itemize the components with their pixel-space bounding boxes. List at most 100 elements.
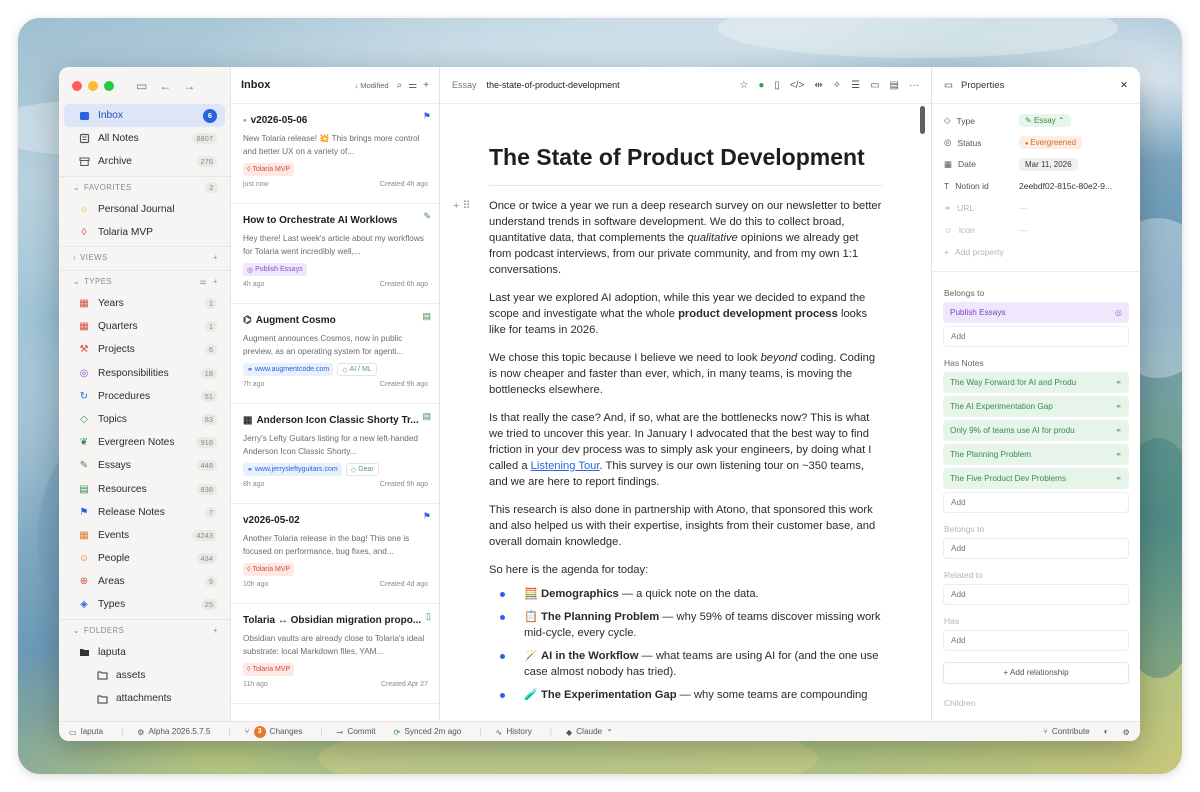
changes-button[interactable]: ⑂ 3 Changes xyxy=(245,725,302,738)
relation-chip[interactable]: Publish Essays ◎ xyxy=(943,301,1129,323)
block-drag-handle-icon[interactable]: + ⠿ xyxy=(453,199,471,212)
property-row-notion-id[interactable]: T Notion id 2eebdf02-815c-80e2-9... xyxy=(932,175,1140,197)
property-row-status[interactable]: ◎ Status ● Evergreened xyxy=(932,132,1140,154)
note-card[interactable]: ⚑ v2026-05-02 Another Tolaria release in t… xyxy=(231,504,439,604)
agenda-item[interactable]: 🪄 AI in the Workflow — what teams are us… xyxy=(489,648,883,680)
relation-chip[interactable]: Only 9% of teams use AI for produ ⚭ xyxy=(943,419,1129,441)
agenda-item[interactable]: 🧮 Demographics — a quick note on the dat… xyxy=(489,586,883,602)
sidebar-item-inbox[interactable]: Inbox 6 xyxy=(64,104,225,128)
check-circle-icon[interactable]: ● xyxy=(758,80,764,91)
paragraph[interactable]: Once or twice a year we run a deep resea… xyxy=(489,198,883,278)
add-type-icon[interactable]: + xyxy=(213,277,218,286)
sync-status[interactable]: ⟳ Synced 2m ago xyxy=(394,727,462,737)
settings-icon[interactable]: ⚙ xyxy=(1123,727,1130,737)
theme-toggle-icon[interactable]: ◐ xyxy=(1104,727,1109,736)
add-folder-icon[interactable]: + xyxy=(213,626,218,635)
breadcrumb-type[interactable]: Essay xyxy=(452,80,477,90)
star-icon[interactable]: ☆ xyxy=(739,80,748,91)
note-card[interactable]: ▤ ▦ Anderson Icon Classic Shorty Tr... Jerr… xyxy=(231,404,439,504)
archive-icon[interactable]: ▤ xyxy=(890,80,899,91)
property-value[interactable]: Mar 11, 2026 xyxy=(1019,157,1078,171)
sidebar-item-areas[interactable]: ⊕ Areas 9 xyxy=(64,570,225,593)
note-tag[interactable]: ◎ Publish Essays xyxy=(243,263,307,276)
sidebar-item-events[interactable]: ▦ Events 4243 xyxy=(64,524,225,547)
property-value[interactable]: ● Evergreened xyxy=(1019,136,1083,150)
paragraph[interactable]: This research is also done in partnershi… xyxy=(489,502,883,550)
more-icon[interactable]: ··· xyxy=(909,80,919,91)
version-indicator[interactable]: ⚙ Alpha 2026.5.7.5 xyxy=(137,727,210,737)
sidebar-item-topics[interactable]: ◇ Topics 83 xyxy=(64,408,225,431)
search-icon[interactable]: ⌕ xyxy=(397,80,403,91)
note-tag[interactable]: ⚭ www.augmentcode.com xyxy=(243,363,334,376)
agenda-item[interactable]: 🧪 The Experimentation Gap — why some tea… xyxy=(489,687,883,703)
add-relationship-button[interactable]: + Add relationship xyxy=(943,661,1129,684)
relation-chip[interactable]: The AI Experimentation Gap ⚭ xyxy=(943,395,1129,417)
note-card[interactable]: ⚑ ● v2026-05-06 New Tolaria release! 💥 This… xyxy=(231,104,439,204)
sidebar-item-procedures[interactable]: ↻ Procedures 51 xyxy=(64,385,225,408)
history-button[interactable]: ∿ History xyxy=(495,727,531,737)
property-row-date[interactable]: ▦ Date Mar 11, 2026 xyxy=(932,154,1140,176)
contribute-button[interactable]: ⑂ Contribute xyxy=(1043,727,1090,736)
sidebar-item-quarters[interactable]: ▦ Quarters 1 xyxy=(64,315,225,338)
sort-button[interactable]: ↓ Modified xyxy=(354,81,388,90)
sidebar-toggle-icon[interactable]: ▭ xyxy=(136,79,147,93)
paragraph[interactable]: Last year we explored AI adoption, while… xyxy=(489,290,883,338)
code-icon[interactable]: </> xyxy=(790,80,804,91)
sidebar-item-all-notes[interactable]: All Notes 8807 xyxy=(64,127,225,150)
add-belongs-to-input[interactable]: Add xyxy=(943,325,1129,347)
agenda-item[interactable]: 📋 The Planning Problem — why 59% of team… xyxy=(489,609,883,641)
vault-switcher[interactable]: ▭ laputa xyxy=(69,727,103,737)
filter-sliders-icon[interactable]: ⚌ xyxy=(408,80,417,91)
note-card[interactable]: ✎ How to Orchestrate AI Worklows Hey there… xyxy=(231,204,439,304)
property-row-url[interactable]: ⚭ URL — xyxy=(932,197,1140,219)
note-card[interactable]: ▤ ⌬ Augment Cosmo Augment announces Cosmos,… xyxy=(231,304,439,404)
add-view-icon[interactable]: + xyxy=(213,253,218,262)
add-property-button[interactable]: + Add property xyxy=(932,241,1140,263)
note-tag[interactable]: ⚭ www.jerrysleftyguitars.com xyxy=(243,463,342,476)
add-input[interactable]: Add xyxy=(943,537,1129,559)
note-tag[interactable]: ◊ Tolaria MVP xyxy=(243,563,295,576)
note-tag[interactable]: ◇ AI / ML xyxy=(337,363,377,376)
relation-chip[interactable]: The Five Product Dev Problems ⚭ xyxy=(943,467,1129,489)
sidebar-item-responsibilities[interactable]: ◎ Responsibilities 18 xyxy=(64,362,225,385)
note-tag[interactable]: ◊ Tolaria MVP xyxy=(243,163,295,176)
views-section-header[interactable]: › VIEWS + xyxy=(59,245,230,268)
sidebar-item-essays[interactable]: ✎ Essays 448 xyxy=(64,454,225,477)
folder-item-attachments[interactable]: attachments xyxy=(64,687,225,710)
note-card[interactable]: ▯ Tolaria ↔ Obsidian migration propo... Ob… xyxy=(231,604,439,704)
relation-chip[interactable]: The Planning Problem ⚭ xyxy=(943,443,1129,465)
paragraph[interactable]: Is that really the case? And, if so, wha… xyxy=(489,410,883,490)
favorites-section-header[interactable]: ⌄ FAVORITES 2 xyxy=(59,175,230,198)
property-value[interactable]: — xyxy=(1019,225,1028,235)
breadcrumb-file[interactable]: the-state-of-product-development xyxy=(487,80,740,90)
minimize-window-button[interactable] xyxy=(88,80,98,91)
property-value[interactable]: — xyxy=(1019,203,1028,213)
sparkle-icon[interactable]: ✧ xyxy=(833,80,841,91)
back-arrow-icon[interactable]: ← xyxy=(159,79,171,93)
sidebar-item-release-notes[interactable]: ⚑ Release Notes 7 xyxy=(64,501,225,524)
paragraph[interactable]: We chose this topic because I believe we… xyxy=(489,350,883,398)
folder-item-assets[interactable]: assets xyxy=(64,664,225,687)
close-window-button[interactable] xyxy=(72,80,82,91)
property-row-icon[interactable]: ☺ Icon — xyxy=(932,219,1140,241)
sidebar-item-tolaria-mvp[interactable]: ◊ Tolaria MVP xyxy=(64,221,225,244)
sidebar-item-types[interactable]: ◈ Types 25 xyxy=(64,593,225,616)
types-section-header[interactable]: ⌄ TYPES ⚌ + xyxy=(59,269,230,292)
property-value[interactable]: ✎ Essay ⌃ xyxy=(1019,114,1071,128)
note-tag[interactable]: ◇ Gear xyxy=(345,463,379,476)
sidebar-item-archive[interactable]: Archive 276 xyxy=(64,150,225,173)
folders-section-header[interactable]: ⌄ FOLDERS + xyxy=(59,618,230,641)
scrollbar[interactable] xyxy=(920,106,925,134)
document-title[interactable]: The State of Product Development xyxy=(489,144,883,186)
add-input[interactable]: Add xyxy=(943,629,1129,651)
commit-button[interactable]: ⊸ Commit xyxy=(336,727,375,737)
document-body[interactable]: + ⠿ The State of Product Development Onc… xyxy=(440,104,931,721)
listening-tour-link[interactable]: Listening Tour xyxy=(531,460,600,472)
property-row-type[interactable]: ◇ Type ✎ Essay ⌃ xyxy=(932,110,1140,132)
add-input[interactable]: Add xyxy=(943,583,1129,605)
add-has-notes-input[interactable]: Add xyxy=(943,491,1129,513)
relation-chip[interactable]: The Way Forward for AI and Produ ⚭ xyxy=(943,371,1129,393)
filter-icon[interactable]: ⚌ xyxy=(199,277,207,286)
list-icon[interactable]: ☰ xyxy=(851,80,860,91)
sidebar-item-resources[interactable]: ▤ Resources 838 xyxy=(64,477,225,500)
